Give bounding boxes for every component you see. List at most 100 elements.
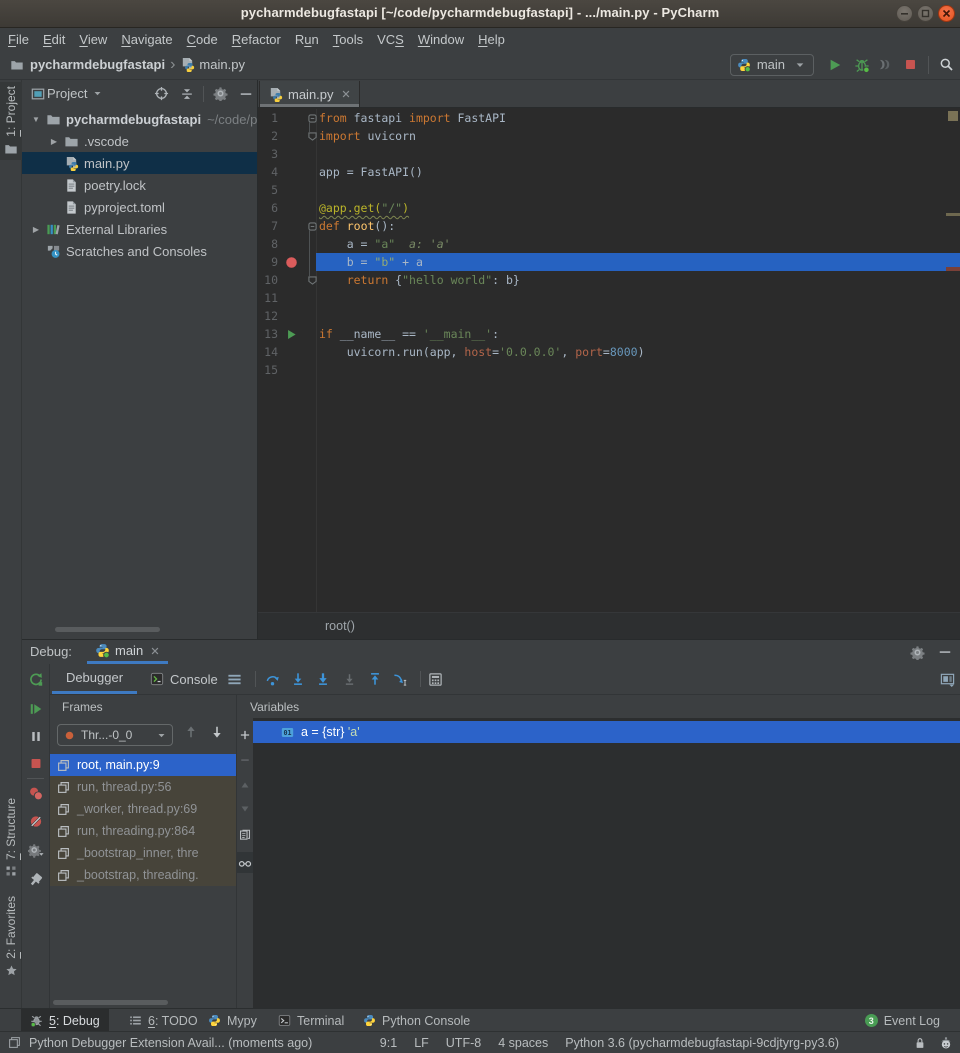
run-configuration-select[interactable]: main (730, 54, 814, 76)
run-to-cursor-icon[interactable] (393, 664, 408, 694)
lock-icon[interactable] (914, 1037, 926, 1049)
previous-frame-icon[interactable] (184, 725, 198, 739)
code-line-5[interactable]: 5 (258, 181, 960, 199)
project-horizontal-scrollbar[interactable] (55, 627, 160, 632)
step-over-icon[interactable] (265, 664, 280, 694)
thread-selector[interactable]: Thr...-0_0 (57, 724, 173, 746)
next-frame-icon[interactable] (210, 725, 224, 739)
stack-frame-row[interactable]: run, threading.py:864 (50, 820, 236, 842)
stack-frame-row[interactable]: _worker, thread.py:69 (50, 798, 236, 820)
tree-expand-arrow[interactable]: ▶ (28, 225, 44, 234)
sidebar-tab-structure[interactable]: 7: Structure (0, 794, 22, 881)
menu-edit[interactable]: Edit (36, 32, 72, 47)
gear-icon[interactable] (910, 645, 925, 660)
close-button[interactable] (938, 5, 955, 22)
indent-setting[interactable]: 4 spaces (498, 1036, 548, 1050)
hide-panel-icon[interactable] (938, 645, 952, 659)
hide-panel-icon[interactable] (239, 87, 253, 101)
run-line-icon[interactable] (280, 325, 302, 343)
stack-frame-row[interactable]: run, thread.py:56 (50, 776, 236, 798)
gear-icon[interactable] (213, 86, 228, 101)
tree-item-main-py[interactable]: main.py (22, 152, 257, 174)
close-tab-icon[interactable] (341, 89, 351, 99)
line-ending[interactable]: LF (414, 1036, 429, 1050)
tree-item-scratches-and-consoles[interactable]: Scratches and Consoles (22, 240, 257, 262)
tree-item-poetry-lock[interactable]: poetry.lock (22, 174, 257, 196)
tool-window-switcher-icon[interactable] (8, 1036, 21, 1049)
tool-window-button-python-console[interactable]: Python Console (354, 1009, 479, 1032)
event-log-button[interactable]: 3 Event Log (865, 1009, 940, 1032)
resume-icon[interactable] (29, 702, 43, 716)
stack-frame-row[interactable]: _bootstrap_inner, thre (50, 842, 236, 864)
breakpoint-icon[interactable] (280, 253, 302, 271)
force-step-into-icon[interactable] (316, 664, 330, 694)
menu-tools[interactable]: Tools (326, 32, 370, 47)
locate-file-icon[interactable] (154, 86, 169, 101)
code-line-12[interactable]: 12 (258, 307, 960, 325)
tree-item--vscode[interactable]: ▶ .vscode (22, 130, 257, 152)
code-line-8[interactable]: 8 a = "a" a: 'a' (258, 235, 960, 253)
code-line-9[interactable]: 9 b = "b" + a (258, 253, 960, 271)
fold-marker[interactable] (306, 109, 318, 127)
fold-marker[interactable] (306, 127, 318, 145)
pause-icon[interactable] (29, 730, 42, 743)
breadcrumb-function[interactable]: root() (325, 619, 355, 633)
stop-button[interactable] (904, 58, 917, 71)
code-line-15[interactable]: 15 (258, 361, 960, 379)
tree-expand-arrow[interactable]: ▼ (28, 115, 44, 124)
tree-expand-arrow[interactable]: ▶ (46, 137, 62, 146)
code-line-1[interactable]: 1from fastapi import FastAPI (258, 109, 960, 127)
evaluate-expression-icon[interactable] (428, 664, 443, 694)
menu-navigate[interactable]: Navigate (114, 32, 179, 47)
code-editor[interactable]: 1from fastapi import FastAPI2import uvic… (258, 109, 960, 612)
editor-tab-main-py[interactable]: main.py (259, 81, 360, 107)
tool-window-button-mypy[interactable]: Mypy (199, 1009, 266, 1032)
fold-marker[interactable] (306, 217, 318, 235)
step-out-icon[interactable] (368, 664, 382, 694)
inspections-status-square[interactable] (948, 111, 958, 121)
file-encoding[interactable]: UTF-8 (446, 1036, 481, 1050)
tab-console[interactable]: Console (146, 664, 224, 694)
menu-window[interactable]: Window (411, 32, 471, 47)
menu-help[interactable]: Help (471, 32, 512, 47)
settings-gear-icon[interactable] (28, 842, 44, 858)
menu-vcs[interactable]: VCS (370, 32, 411, 47)
maximize-button[interactable] (917, 5, 934, 22)
duplicate-watch-icon[interactable] (239, 829, 252, 842)
tool-window-button-6-todo[interactable]: 6: TODO (120, 1009, 207, 1032)
breadcrumb-file[interactable]: main.py (199, 57, 245, 72)
remove-watch-icon[interactable] (239, 754, 251, 766)
python-interpreter[interactable]: Python 3.6 (pycharmdebugfastapi-9cdjtyrg… (565, 1036, 839, 1050)
mute-breakpoints-icon[interactable] (28, 814, 43, 829)
sidebar-tab-favorites[interactable]: 2: Favorites (0, 892, 22, 981)
chevron-down-icon[interactable] (93, 89, 102, 98)
sidebar-tab-project[interactable]: 1: Project (0, 82, 22, 160)
search-everywhere-icon[interactable] (939, 57, 954, 72)
tool-window-button-terminal[interactable]: Terminal (269, 1009, 353, 1032)
fold-marker[interactable] (306, 271, 318, 289)
variable-row[interactable]: 01a = {str} 'a' (253, 721, 960, 743)
collapse-all-icon[interactable] (180, 87, 194, 101)
minimize-button[interactable] (896, 5, 913, 22)
move-down-icon[interactable] (240, 804, 250, 814)
stack-frame-row[interactable]: root, main.py:9 (50, 754, 236, 776)
code-line-13[interactable]: 13if __name__ == '__main__': (258, 325, 960, 343)
pin-icon[interactable] (28, 872, 43, 887)
frames-horizontal-scrollbar[interactable] (53, 1000, 168, 1005)
caret-position[interactable]: 9:1 (380, 1036, 397, 1050)
code-line-2[interactable]: 2import uvicorn (258, 127, 960, 145)
smart-step-into-icon[interactable] (343, 664, 356, 694)
inspections-profile-icon[interactable] (939, 1036, 953, 1050)
tree-item-pyproject-toml[interactable]: pyproject.toml (22, 196, 257, 218)
debug-session-tab[interactable]: main (87, 640, 168, 664)
coverage-button[interactable] (878, 57, 893, 72)
tool-window-button-5-debug[interactable]: 5: Debug (21, 1009, 109, 1032)
restore-layout-icon[interactable] (940, 664, 955, 694)
status-message[interactable]: Python Debugger Extension Avail... (mome… (29, 1036, 312, 1050)
layout-menu-icon[interactable] (227, 664, 242, 694)
close-tab-icon[interactable] (150, 646, 160, 656)
step-into-icon[interactable] (291, 664, 305, 694)
tree-item-pycharmdebugfastapi[interactable]: ▼ pycharmdebugfastapi~/code/pycharmdebug… (22, 108, 257, 130)
stack-frame-row[interactable]: _bootstrap, threading. (50, 864, 236, 886)
rerun-icon[interactable] (28, 672, 43, 687)
